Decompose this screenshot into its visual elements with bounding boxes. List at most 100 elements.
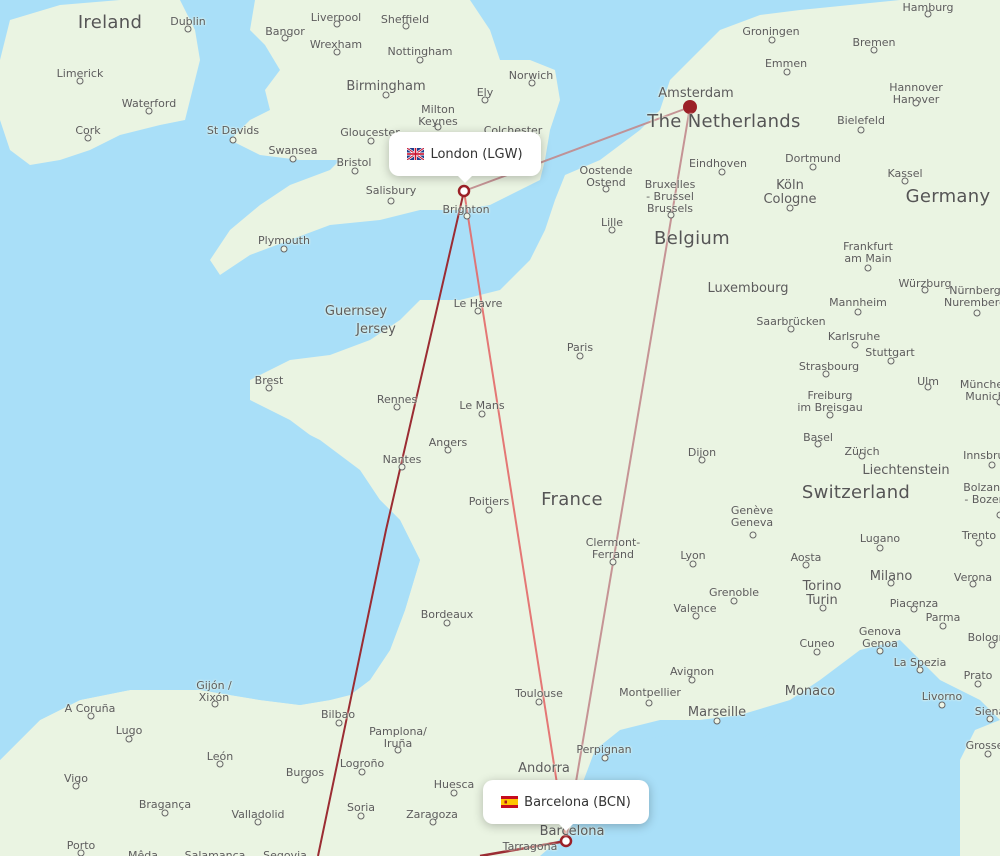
city-dot-la-spezia: [916, 666, 924, 674]
city-dot-frankfurt-am-main: [864, 264, 872, 272]
city-dot-perpignan: [601, 754, 609, 762]
city-dot-parma: [939, 622, 947, 630]
city-dot-grenoble: [730, 597, 738, 605]
city-dot-freiburg-im-breisgau: [826, 411, 834, 419]
city-dot-avignon: [688, 676, 696, 684]
city-dot-gloucester: [367, 137, 375, 145]
city-dot-basel: [814, 440, 822, 448]
city-dot-munchen-munich: [996, 398, 1000, 406]
route-map[interactable]: Ireland The Netherlands Belgium Germany Luxe…: [0, 0, 1000, 856]
country-label-the-netherlands: The Netherlands: [647, 111, 801, 132]
city-dot-oostende-ostend: [602, 185, 610, 193]
city-dot-torino-turin: [819, 604, 827, 612]
city-dot-brighton: [463, 212, 471, 220]
city-dot-milton-keynes: [434, 123, 442, 131]
city-dot-a-coruna: [87, 712, 95, 720]
city-dot-piacenza: [910, 605, 918, 613]
city-label-koln-cologne: Köln Cologne: [763, 178, 817, 207]
city-label-lugano: Lugano: [859, 532, 901, 545]
origin-marker: [457, 184, 471, 198]
city-dot-prato: [974, 680, 982, 688]
city-dot-groningen: [768, 36, 776, 44]
city-dot-cork: [84, 134, 92, 142]
city-dot-valence: [692, 612, 700, 620]
city-dot-paris: [576, 352, 584, 360]
city-dot-bangor: [281, 34, 289, 42]
city-label-freiburg-im-breisgau: Freiburg im Breisgau: [797, 389, 863, 414]
city-dot-sheffield: [402, 22, 410, 30]
city-dot-wrexham: [333, 48, 341, 56]
city-label-salisbury: Salisbury: [365, 184, 417, 197]
city-label-salamanca: Salamanca: [184, 849, 246, 856]
city-label-grosseto: Grosseto: [965, 739, 1000, 752]
country-label-jersey: Jersey: [356, 322, 396, 337]
city-dot-logrono: [358, 768, 366, 776]
city-dot-leon: [216, 760, 224, 768]
city-dot-bolzano-bozen: [996, 511, 1000, 519]
city-dot-bristol: [351, 167, 359, 175]
country-label-monaco: Monaco: [784, 684, 836, 699]
country-label-luxembourg: Luxembourg: [707, 281, 789, 296]
country-label-germany: Germany: [905, 186, 991, 207]
city-label-innsbruck: Innsbruck: [963, 449, 1000, 462]
city-dot-swansea: [289, 155, 297, 163]
city-dot-poitiers: [485, 506, 493, 514]
city-dot-saarbrucken: [787, 325, 795, 333]
uk-flag-icon: [407, 148, 425, 160]
city-dot-zurich: [858, 452, 866, 460]
city-dot-soria: [357, 812, 365, 820]
city-dot-porto: [77, 849, 85, 856]
city-dot-bielefeld: [857, 126, 865, 134]
city-dot-ulm: [924, 383, 932, 391]
city-dot-vigo: [72, 782, 80, 790]
origin-label: London (LGW): [430, 146, 523, 162]
country-label-switzerland: Switzerland: [801, 482, 911, 503]
city-dot-lyon: [689, 560, 697, 568]
country-label-ireland: Ireland: [77, 12, 143, 33]
city-label-tarragona: Tarragona: [502, 840, 558, 853]
city-label-genova-genoa: Genova Genoa: [858, 625, 902, 650]
city-dot-limerick: [76, 77, 84, 85]
country-label-guernsey: Guernsey: [324, 304, 388, 319]
city-dot-hamburg: [924, 10, 932, 18]
city-dot-zaragoza: [429, 818, 437, 826]
city-label-bielefeld: Bielefeld: [837, 114, 885, 127]
city-label-clermont-ferrand: Clermont- Ferrand: [585, 536, 641, 561]
city-dot-lille: [608, 226, 616, 234]
city-dot-strasbourg: [822, 370, 830, 378]
city-dot-lugano: [876, 544, 884, 552]
city-label-mannheim: Mannheim: [829, 296, 887, 309]
city-dot-nottingham: [416, 56, 424, 64]
country-label-andorra: Andorra: [518, 761, 570, 776]
city-dot-liverpool: [333, 20, 341, 28]
city-dot-montpellier: [645, 699, 653, 707]
city-label-amsterdam: Amsterdam: [658, 86, 734, 101]
city-dot-toulouse: [535, 698, 543, 706]
city-dot-pamplona-iruna: [394, 746, 402, 754]
city-dot-plymouth: [280, 245, 288, 253]
city-dot-angers: [444, 446, 452, 454]
city-dot-dortmund: [809, 163, 817, 171]
city-dot-st-davids: [229, 136, 237, 144]
city-dot-bordeaux: [443, 619, 451, 627]
origin-tooltip[interactable]: London (LGW): [389, 132, 541, 183]
city-dot-innsbruck: [988, 461, 996, 469]
city-dot-karlsruhe: [851, 341, 859, 349]
city-dot-dublin: [184, 25, 192, 33]
city-dot-koln-cologne: [786, 204, 794, 212]
city-dot-cuneo: [813, 648, 821, 656]
city-dot-mannheim: [854, 308, 862, 316]
city-dot-grosseto: [984, 750, 992, 758]
city-dot-kassel: [901, 177, 909, 185]
city-dot-huesca: [450, 789, 458, 797]
city-label-strasbourg: Strasbourg: [798, 360, 860, 373]
city-dot-marseille: [713, 717, 721, 725]
city-label-bruxelles-brussel-brussels: Bruxelles - Brussel Brussels: [644, 178, 696, 215]
city-dot-gijon-xixon: [211, 700, 219, 708]
spain-flag-icon: [501, 796, 519, 808]
destination-tooltip[interactable]: Barcelona (BCN): [483, 780, 649, 831]
city-dot-clermont-ferrand: [609, 558, 617, 566]
city-dot-nantes: [398, 463, 406, 471]
city-dot-hannover-hanover: [912, 99, 920, 107]
city-dot-ely: [481, 96, 489, 104]
